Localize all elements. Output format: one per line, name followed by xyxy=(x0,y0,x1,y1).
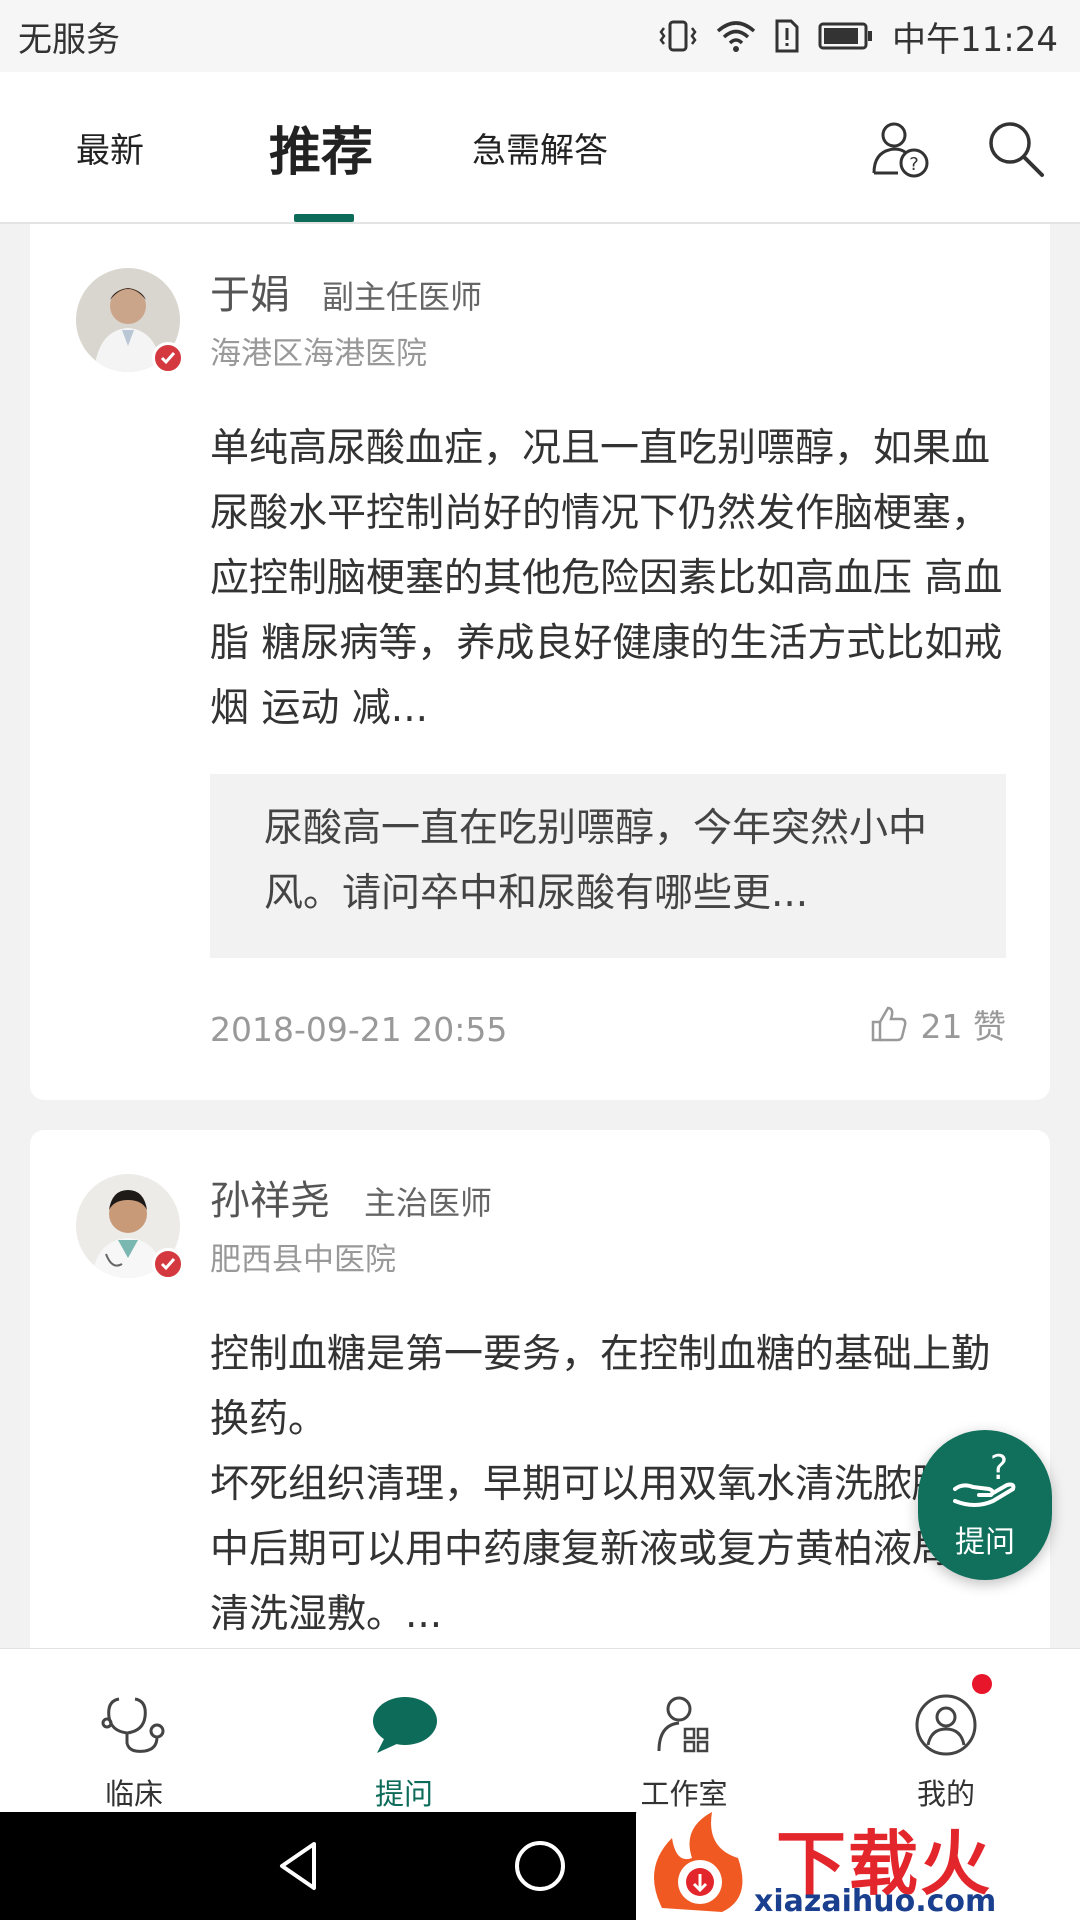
search-icon[interactable] xyxy=(984,117,1048,181)
active-tab-indicator xyxy=(294,214,354,222)
tab-label: 临床 xyxy=(104,1777,163,1811)
profile-icon xyxy=(915,1694,977,1756)
tab-clinical[interactable]: 临床 xyxy=(54,1649,214,1813)
watermark: 下载火 xiazaihuo.com xyxy=(636,1808,1080,1920)
answer-text[interactable]: 单纯高尿酸血症，况且一直吃别嘌醇，如果血尿酸水平控制尚好的情况下仍然发作脑梗塞，… xyxy=(210,416,1020,741)
fab-label: 提问 xyxy=(955,1525,1015,1560)
notification-dot xyxy=(972,1674,992,1694)
studio-icon xyxy=(657,1696,709,1753)
back-icon[interactable] xyxy=(270,1836,330,1896)
ask-doctor-icon[interactable]: ? xyxy=(868,117,932,181)
vibrate-icon xyxy=(659,20,697,52)
svg-text:?: ? xyxy=(909,154,919,175)
tab-latest[interactable]: 最新 xyxy=(60,72,160,222)
tab-label: 提问 xyxy=(374,1777,433,1811)
top-nav: 最新 推荐 急需解答 ? xyxy=(0,72,1080,224)
hospital-name: 海港区海港医院 xyxy=(210,336,427,372)
sim-alert-icon xyxy=(775,19,799,53)
status-bar: 无服务 中午11:24 xyxy=(0,0,1080,72)
wifi-icon xyxy=(716,21,756,52)
avatar[interactable] xyxy=(76,1174,184,1280)
clock: 中午11:24 xyxy=(892,19,1058,60)
doctor-title: 主治医师 xyxy=(364,1184,493,1222)
hospital-name: 肥西县中医院 xyxy=(210,1242,396,1278)
tab-recommend[interactable]: 推荐 xyxy=(256,72,386,222)
hand-question-icon: ? xyxy=(953,1449,1016,1507)
watermark-url: xiazaihuo.com xyxy=(754,1884,997,1919)
doctor-name[interactable]: 于娟 xyxy=(210,262,290,320)
avatar[interactable] xyxy=(76,268,184,374)
verified-badge-icon xyxy=(152,342,184,374)
answer-paragraph: 坏死组织清理，早期可以用双氧水清洗脓腔。中后期可以用中药康复新液或复方黄柏液局部… xyxy=(210,1462,991,1637)
bottom-tab-bar: 临床 提问 工作室 我的 xyxy=(0,1648,1080,1812)
question-text: 尿酸高一直在吃别嘌醇，今年突然小中风。请问卒中和尿酸有哪些更... xyxy=(264,806,928,916)
tab-label: 工作室 xyxy=(640,1777,728,1811)
answer-card[interactable]: 于娟 副主任医师 海港区海港医院 单纯高尿酸血症，况且一直吃别嘌醇，如果血尿酸水… xyxy=(30,224,1050,1100)
answer-text[interactable]: 控制血糖是第一要务，在控制血糖的基础上勤换药。 坏死组织清理，早期可以用双氧水清… xyxy=(210,1322,1020,1647)
answer-card[interactable]: 孙祥尧 主治医师 肥西县中医院 控制血糖是第一要务，在控制血糖的基础上勤换药。 … xyxy=(30,1130,1050,1648)
question-quote[interactable]: 尿酸高一直在吃别嘌醇，今年突然小中风。请问卒中和尿酸有哪些更... xyxy=(210,774,1006,958)
battery-icon xyxy=(818,22,873,50)
svg-text:?: ? xyxy=(990,1449,1008,1488)
doctor-title: 副主任医师 xyxy=(322,278,483,316)
ask-question-fab[interactable]: ? 提问 xyxy=(918,1430,1052,1580)
carrier-label: 无服务 xyxy=(18,19,120,60)
tab-studio[interactable]: 工作室 xyxy=(604,1649,764,1813)
answer-timestamp: 2018-09-21 20:55 xyxy=(210,1010,508,1049)
tab-label: 我的 xyxy=(916,1777,975,1811)
answer-feed[interactable]: 于娟 副主任医师 海港区海港医院 单纯高尿酸血症，况且一直吃别嘌醇，如果血尿酸水… xyxy=(0,224,1080,1648)
flame-logo-icon xyxy=(654,1812,743,1912)
tab-profile[interactable]: 我的 xyxy=(866,1649,1026,1813)
tab-urgent[interactable]: 急需解答 xyxy=(460,72,620,222)
chat-bubble-icon xyxy=(373,1697,437,1753)
home-icon[interactable] xyxy=(510,1836,570,1896)
thumbs-up-icon xyxy=(871,1006,906,1042)
like-count: 21 赞 xyxy=(920,1007,1006,1046)
answer-paragraph: 控制血糖是第一要务，在控制血糖的基础上勤换药。 xyxy=(210,1332,991,1442)
verified-badge-icon xyxy=(152,1248,184,1280)
doctor-name[interactable]: 孙祥尧 xyxy=(210,1168,330,1226)
stethoscope-icon xyxy=(101,1697,165,1753)
status-icons: 中午11:24 xyxy=(658,12,1058,61)
tab-ask[interactable]: 提问 xyxy=(324,1649,484,1813)
like-button[interactable]: 21 赞 xyxy=(869,1000,1006,1048)
